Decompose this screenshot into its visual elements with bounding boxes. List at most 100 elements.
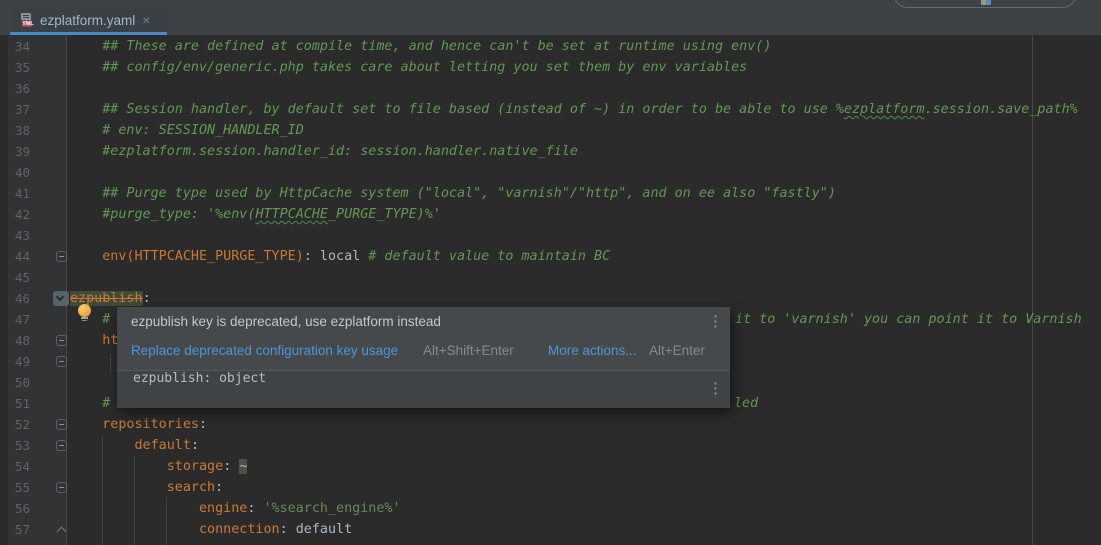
code-token: :: [247, 501, 263, 516]
intention-popup: ezpublish key is deprecated, use ezplatf…: [117, 307, 730, 408]
ide-window: YML ezplatform.yaml × 34 ## These are de…: [0, 0, 1101, 545]
line-number: 44: [8, 246, 30, 267]
code-token: env(HTTPCACHE_PURGE_TYPE): [70, 249, 304, 264]
code-text: connection: default: [70, 519, 352, 540]
code-text: default:: [70, 435, 199, 456]
run-widget-partial[interactable]: [893, 0, 1077, 8]
popup-actions-row: Replace deprecated configuration key usa…: [117, 339, 730, 363]
code-token: :: [191, 438, 199, 453]
line-number: 50: [8, 372, 30, 393]
code-line: 44 env(HTTPCACHE_PURGE_TYPE): local # de…: [0, 246, 1101, 267]
code-token: :: [280, 522, 296, 537]
code-token: _PURGE_TYPE)%': [328, 207, 441, 222]
code-token: local: [320, 249, 368, 264]
code-token: engine: [70, 501, 247, 516]
code-token: HTTPCACHE: [255, 207, 328, 222]
code-token: #purge_type: '%env(: [70, 207, 255, 222]
line-number: 39: [8, 141, 30, 162]
line-number: 40: [8, 162, 30, 183]
code-line: 56 engine: '%search_engine%': [0, 498, 1101, 519]
code-text: ## Purge type used by HttpCache system (…: [70, 183, 836, 204]
code-token: repositories: [70, 417, 199, 432]
code-line: 45: [0, 267, 1101, 288]
code-line: 43: [0, 225, 1101, 246]
fold-region-icon[interactable]: [53, 291, 69, 306]
code-line: 40: [0, 162, 1101, 183]
line-number: 46: [8, 288, 30, 309]
replace-action-link[interactable]: Replace deprecated configuration key usa…: [131, 339, 398, 363]
line-number: 49: [8, 351, 30, 372]
action-shortcut: Alt+Shift+Enter: [423, 339, 514, 363]
code-text: engine: '%search_engine%': [70, 498, 401, 519]
code-text: repositories:: [70, 414, 207, 435]
code-token: :: [304, 249, 320, 264]
code-token: ~: [239, 459, 247, 474]
code-line: 52 repositories:: [0, 414, 1101, 435]
code-token: search: [70, 480, 215, 495]
close-icon[interactable]: ×: [142, 13, 150, 27]
fold-collapse-icon[interactable]: [56, 335, 67, 346]
yaml-file-icon: YML: [20, 13, 34, 28]
code-token: :: [215, 480, 223, 495]
code-text: storage: ~: [70, 456, 247, 477]
code-line: 39 #ezplatform.session.handler_id: sessi…: [0, 141, 1101, 162]
code-text: env(HTTPCACHE_PURGE_TYPE): local # defau…: [70, 246, 610, 267]
code-text: ## These are defined at compile time, an…: [70, 36, 771, 57]
line-number: 42: [8, 204, 30, 225]
editor-tab-bar: YML ezplatform.yaml ×: [0, 0, 1101, 35]
editor-pane[interactable]: 34 ## These are defined at compile time,…: [0, 35, 1101, 545]
kebab-menu-icon[interactable]: ⋮: [708, 312, 722, 330]
line-number: 47: [8, 309, 30, 330]
code-text: search:: [70, 477, 223, 498]
popup-top-section: ezpublish key is deprecated, use ezplatf…: [117, 307, 730, 370]
code-token: default: [70, 438, 191, 453]
more-actions-shortcut: Alt+Enter: [649, 339, 705, 363]
code-text: #purge_type: '%env(HTTPCACHE_PURGE_TYPE)…: [70, 204, 441, 225]
code-text: ## config/env/generic.php takes care abo…: [70, 57, 747, 78]
more-actions-link[interactable]: More actions...: [548, 339, 637, 363]
code-token: :: [223, 459, 239, 474]
code-line: 38 # env: SESSION_HANDLER_ID: [0, 120, 1101, 141]
code-text: ## Session handler, by default set to fi…: [70, 99, 1078, 120]
code-token: # default value to maintain BC: [368, 249, 610, 264]
fold-collapse-icon[interactable]: [56, 482, 67, 493]
line-number: 56: [8, 498, 30, 519]
code-token: ## Purge type used by HttpCache system (…: [70, 186, 836, 201]
line-number: 52: [8, 414, 30, 435]
code-line: 35 ## config/env/generic.php takes care …: [0, 57, 1101, 78]
line-number: 41: [8, 183, 30, 204]
fold-collapse-icon[interactable]: [56, 251, 67, 262]
line-number: 43: [8, 225, 30, 246]
code-text: #: [70, 393, 118, 414]
code-token: :: [199, 417, 207, 432]
fold-region-icon[interactable]: [56, 525, 69, 538]
fold-collapse-icon[interactable]: [56, 419, 67, 430]
code-token: #ezplatform.session.handler_id: session.…: [70, 144, 578, 159]
code-text: #ezplatform.session.handler_id: session.…: [70, 141, 578, 162]
code-line: 42 #purge_type: '%env(HTTPCACHE_PURGE_TY…: [0, 204, 1101, 225]
line-number: 57: [8, 519, 30, 540]
kebab-menu-icon[interactable]: ⋮: [708, 379, 722, 397]
code-line: 36: [0, 78, 1101, 99]
code-token: storage: [70, 459, 223, 474]
code-token: it to 'varnish' you can point it to Varn…: [735, 309, 1082, 330]
code-token: :: [143, 291, 151, 306]
code-line: 46ezpublish:: [0, 288, 1101, 309]
code-token: ## These are defined at compile time, an…: [70, 39, 771, 54]
editor-rows: 34 ## These are defined at compile time,…: [0, 36, 1101, 545]
code-token: ezplatform: [844, 102, 925, 117]
code-token: # env: SESSION_HANDLER_ID: [70, 123, 304, 138]
code-line: 34 ## These are defined at compile time,…: [0, 36, 1101, 57]
fold-collapse-icon[interactable]: [56, 440, 67, 451]
code-token: default: [296, 522, 352, 537]
fold-collapse-icon[interactable]: [56, 356, 67, 367]
screen-widget-icon: [981, 0, 991, 5]
intention-lightbulb-icon[interactable]: [78, 304, 92, 323]
code-line: 55 search:: [0, 477, 1101, 498]
line-number: 37: [8, 99, 30, 120]
code-line: 37 ## Session handler, by default set to…: [0, 99, 1101, 120]
line-number: 53: [8, 435, 30, 456]
line-number: 45: [8, 267, 30, 288]
tab-ezplatform-yaml[interactable]: YML ezplatform.yaml ×: [12, 8, 167, 32]
line-number: 38: [8, 120, 30, 141]
